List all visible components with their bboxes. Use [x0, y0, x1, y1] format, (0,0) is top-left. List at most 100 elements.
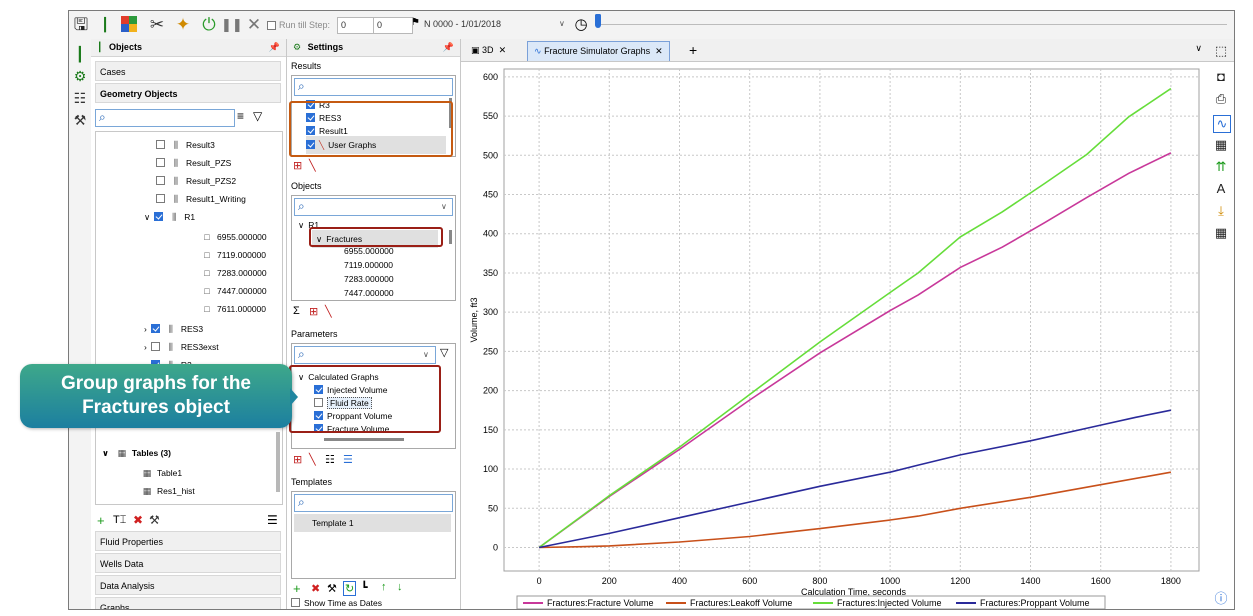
tree-item-res3exst[interactable]: › ⫼ RES3exst: [144, 338, 219, 356]
cases-section[interactable]: Cases: [95, 61, 281, 81]
hammer-icon[interactable]: ⚒: [71, 111, 89, 129]
fluid-properties-section[interactable]: Fluid Properties: [95, 531, 281, 551]
tree-item-result3[interactable]: ⫼ Result3: [156, 136, 215, 154]
tab-fracture-simulator-graphs[interactable]: ∿ Fracture Simulator Graphs ✕: [527, 41, 670, 61]
close-icon[interactable]: ✕: [244, 15, 264, 35]
delete-graph-icon[interactable]: ⊞: [293, 453, 302, 466]
tree-item-tables[interactable]: ∨ ▦ Tables (3): [102, 444, 171, 462]
add-graph-icon[interactable]: ╲: [325, 305, 332, 318]
list-icon[interactable]: ☰: [267, 513, 278, 527]
tree-item-res1-hist[interactable]: ▦ Res1_hist: [140, 482, 195, 500]
sigma-icon[interactable]: Σ: [293, 305, 300, 317]
tree-item-time-4[interactable]: □ 7447.000000: [200, 282, 266, 300]
pause-icon[interactable]: ❚❚: [221, 15, 243, 35]
axis-icon[interactable]: ⇈: [1213, 159, 1229, 175]
chart-line-icon[interactable]: ∿: [1213, 115, 1231, 133]
y-axis-label: Volume, ft3: [469, 297, 479, 342]
objects-scrollbar[interactable]: [449, 230, 452, 244]
object-item-time-4[interactable]: 7447.000000: [344, 284, 394, 302]
callout-annotation: Group graphs for the Fractures object: [20, 364, 292, 428]
list-view-icon[interactable]: ≡: [237, 109, 244, 123]
delete-icon[interactable]: ✖: [133, 513, 143, 527]
chevron-down-icon[interactable]: ∨: [1195, 43, 1202, 54]
step-spinner-2[interactable]: 0: [373, 17, 413, 34]
text-format-icon[interactable]: A: [1213, 181, 1229, 197]
volume-chart[interactable]: 0 200 400 600 800 1000 1200 1400 1600 1800 0 50 100 1…: [461, 61, 1206, 609]
chevron-down-icon[interactable]: ∨: [102, 448, 109, 458]
tree-item-result-pzs2[interactable]: ⫼ Result_PZS2: [156, 172, 236, 190]
graphs-section[interactable]: Graphs: [95, 597, 281, 609]
parameters-search-input[interactable]: ⌕ ∨: [294, 346, 436, 364]
add-graph-icon[interactable]: ╲: [309, 453, 316, 466]
parameters-scrollbar[interactable]: [324, 438, 404, 441]
close-icon[interactable]: ✕: [499, 45, 507, 55]
show-time-as-dates-checkbox[interactable]: Show Time as Dates: [291, 594, 382, 609]
tree-item-time-3[interactable]: □ 7283.000000: [200, 264, 266, 282]
wells-data-section[interactable]: Wells Data: [95, 553, 281, 573]
tree-item-time-2[interactable]: □ 7119.000000: [200, 246, 266, 264]
data-analysis-section[interactable]: Data Analysis: [95, 575, 281, 595]
templates-search-input[interactable]: ⌕: [294, 494, 453, 512]
gear-icon[interactable]: ⚙: [71, 67, 89, 85]
tree-item-time-5[interactable]: □ 7611.000000: [200, 300, 266, 318]
objects-search-input[interactable]: ⌕: [95, 109, 235, 127]
results-search-input[interactable]: ⌕: [294, 78, 453, 96]
save-icon[interactable]: 🖫: [71, 15, 91, 35]
scissors-icon[interactable]: ✂: [147, 15, 167, 35]
timeline-track[interactable]: [597, 24, 1227, 25]
text-icon[interactable]: T⌶: [113, 514, 126, 527]
step-spinner-1[interactable]: 0: [337, 17, 377, 34]
print-icon[interactable]: ⎙: [1213, 91, 1229, 107]
objects-filter-input[interactable]: ⌕ ∨: [294, 198, 453, 216]
tree-item-table1[interactable]: ▦ Table1: [140, 464, 182, 482]
add-tab-button[interactable]: +: [683, 41, 703, 60]
pin-icon[interactable]: 📌: [443, 39, 454, 56]
tree-scrollbar[interactable]: [276, 432, 280, 492]
color-grid-icon[interactable]: [119, 15, 139, 35]
clock-icon[interactable]: ◷: [571, 15, 591, 35]
tree-item-result-pzs[interactable]: ⫼ Result_PZS: [156, 154, 231, 172]
geometry-objects-section[interactable]: Geometry Objects: [95, 83, 281, 103]
group-icon[interactable]: ☷: [325, 453, 335, 466]
template-item-1[interactable]: Template 1: [294, 514, 451, 532]
tree-icon[interactable]: ┃: [95, 15, 115, 35]
cube-outline-icon[interactable]: ⬚: [1213, 43, 1229, 59]
chevron-down-icon[interactable]: ∨: [298, 220, 304, 230]
close-icon[interactable]: ✕: [655, 46, 663, 56]
tree-item-r1[interactable]: ∨ ⫼ R1: [144, 208, 195, 226]
wrench-icon[interactable]: ⚒: [149, 513, 160, 527]
chevron-right-icon[interactable]: ›: [144, 324, 147, 334]
chevron-down-icon[interactable]: ∨: [144, 212, 150, 222]
upload-icon[interactable]: ↑: [381, 581, 387, 593]
filter-icon[interactable]: ▽: [440, 346, 448, 359]
magic-wand-icon[interactable]: ✦: [173, 15, 193, 35]
camera-icon[interactable]: ◘: [1213, 69, 1229, 85]
layout-icon[interactable]: ☷: [71, 89, 89, 107]
list-icon[interactable]: ☰: [343, 453, 353, 466]
delete-graph-icon[interactable]: ⊞: [293, 159, 302, 172]
help-icon[interactable]: ⓘ: [1213, 591, 1229, 607]
download-icon[interactable]: ↓: [397, 581, 403, 593]
tree-item-time-1[interactable]: □ 6955.000000: [200, 228, 266, 246]
delete-graph-icon[interactable]: ⊞: [309, 305, 318, 318]
table-icon[interactable]: ▦: [1213, 137, 1229, 153]
objects-panel-title: Objects: [108, 42, 142, 52]
layout-icon[interactable]: ┗: [361, 581, 368, 594]
tree-item-result1-writing[interactable]: ⫼ Result1_Writing: [156, 190, 246, 208]
add-graph-icon[interactable]: ╲: [309, 159, 316, 172]
power-icon[interactable]: ⏻: [199, 15, 219, 35]
tree-item-res3[interactable]: › ⫼ RES3: [144, 320, 203, 338]
objects-tree-icon[interactable]: ┃: [71, 45, 89, 63]
add-icon[interactable]: +: [97, 513, 105, 528]
timeline-slider-handle[interactable]: [595, 14, 601, 28]
filter-icon[interactable]: ▽: [253, 109, 262, 123]
run-till-step-checkbox[interactable]: [267, 21, 276, 30]
pin-icon[interactable]: 📌: [269, 39, 280, 56]
date-select[interactable]: N 0000 - 1/01/2018: [421, 17, 577, 32]
chevron-right-icon[interactable]: ›: [144, 342, 147, 352]
tab-3d[interactable]: ▣ 3D ✕: [465, 41, 512, 60]
objects-tree: ⫼ Result3 ⫼ Result_PZS ⫼ Result_PZS2 ⫼ Resul…: [95, 131, 283, 505]
main-toolbar: 🖫 ┃ ✂ ✦ ⏻ ❚❚ ✕ Run till Step: 0 0 ⚑ N 00…: [69, 11, 1234, 40]
export-graph-icon[interactable]: ⤓: [1213, 203, 1229, 219]
grid-icon[interactable]: ▦: [1213, 225, 1229, 241]
